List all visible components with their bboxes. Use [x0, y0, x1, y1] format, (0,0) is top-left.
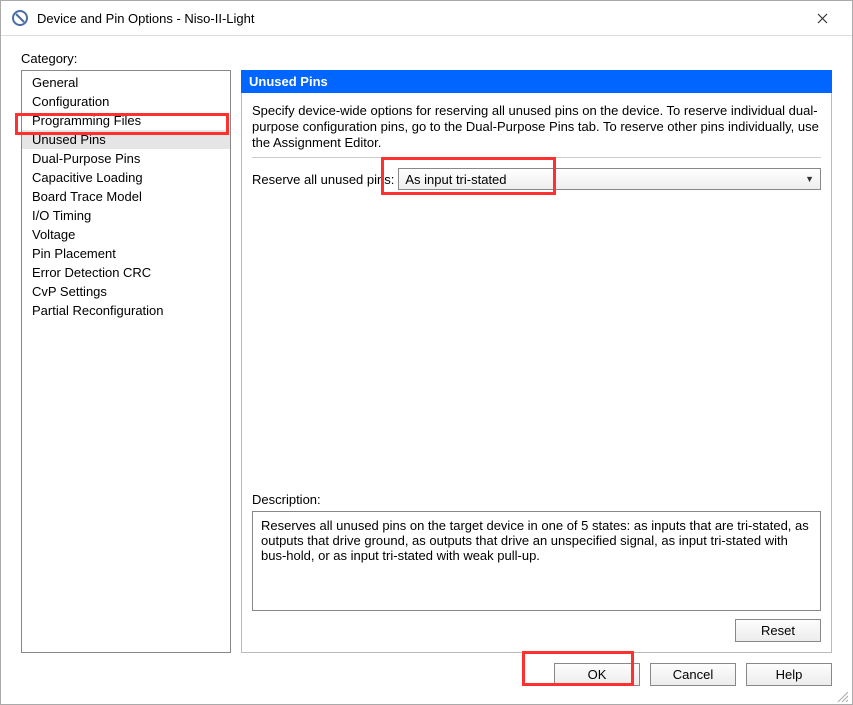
- reserve-row: Reserve all unused pins: As input tri-st…: [252, 168, 821, 190]
- panel-body: Specify device-wide options for reservin…: [241, 93, 832, 653]
- panel-intro: Specify device-wide options for reservin…: [252, 103, 821, 151]
- reserve-dropdown-value: As input tri-stated: [405, 172, 506, 187]
- category-item[interactable]: Configuration: [22, 92, 230, 111]
- dialog-content: Category: GeneralConfigurationProgrammin…: [1, 36, 852, 704]
- category-item[interactable]: Dual-Purpose Pins: [22, 149, 230, 168]
- help-button[interactable]: Help: [746, 663, 832, 686]
- category-item[interactable]: Pin Placement: [22, 244, 230, 263]
- cancel-button[interactable]: Cancel: [650, 663, 736, 686]
- description-text: Reserves all unused pins on the target d…: [261, 518, 809, 563]
- reset-button[interactable]: Reset: [735, 619, 821, 642]
- resize-grip[interactable]: [836, 690, 848, 702]
- spacer: [252, 190, 821, 492]
- ok-button[interactable]: OK: [554, 663, 640, 686]
- close-button[interactable]: [802, 3, 842, 33]
- category-item[interactable]: I/O Timing: [22, 206, 230, 225]
- category-item[interactable]: Board Trace Model: [22, 187, 230, 206]
- category-item[interactable]: Capacitive Loading: [22, 168, 230, 187]
- panel-title: Unused Pins: [241, 70, 832, 93]
- category-label: Category:: [21, 51, 832, 66]
- reserve-label: Reserve all unused pins:: [252, 172, 394, 187]
- category-item[interactable]: CvP Settings: [22, 282, 230, 301]
- app-icon: [11, 9, 29, 27]
- dialog-window: Device and Pin Options - Niso-II-Light C…: [0, 0, 853, 705]
- right-panel: Unused Pins Specify device-wide options …: [241, 70, 832, 653]
- description-label: Description:: [252, 492, 821, 507]
- category-list[interactable]: GeneralConfigurationProgramming FilesUnu…: [21, 70, 231, 653]
- category-item[interactable]: Error Detection CRC: [22, 263, 230, 282]
- category-item[interactable]: Programming Files: [22, 111, 230, 130]
- chevron-down-icon: ▼: [805, 174, 814, 184]
- reset-row: Reset: [252, 619, 821, 642]
- window-title: Device and Pin Options - Niso-II-Light: [37, 11, 802, 26]
- description-box: Reserves all unused pins on the target d…: [252, 511, 821, 611]
- reserve-dropdown[interactable]: As input tri-stated ▼: [398, 168, 821, 190]
- category-item[interactable]: General: [22, 73, 230, 92]
- titlebar: Device and Pin Options - Niso-II-Light: [1, 1, 852, 36]
- separator: [252, 157, 821, 158]
- category-item[interactable]: Partial Reconfiguration: [22, 301, 230, 320]
- category-item[interactable]: Voltage: [22, 225, 230, 244]
- category-item[interactable]: Unused Pins: [22, 130, 230, 149]
- main-area: GeneralConfigurationProgramming FilesUnu…: [21, 70, 832, 653]
- dialog-buttons: OK Cancel Help: [21, 663, 832, 686]
